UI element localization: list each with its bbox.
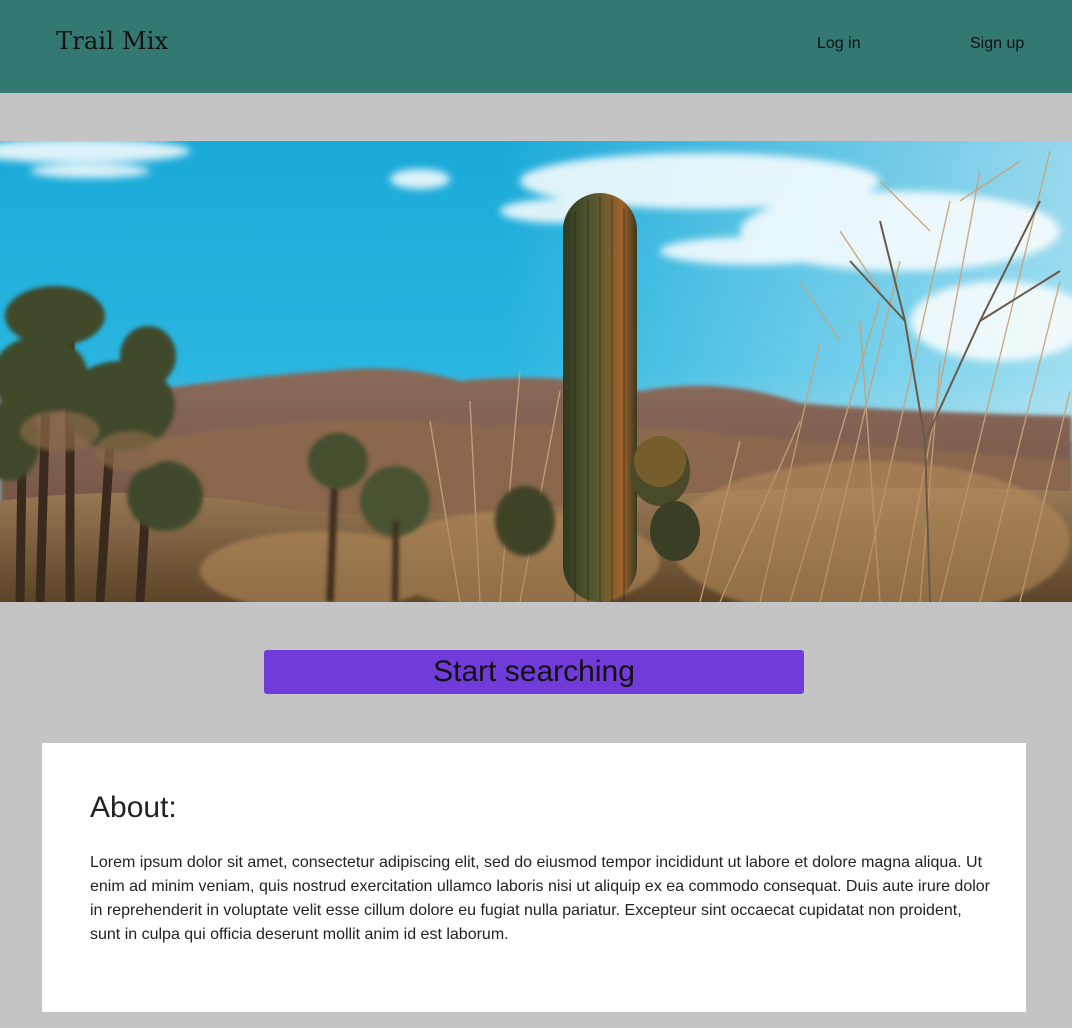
hero-image xyxy=(0,141,1072,602)
start-searching-button[interactable]: Start searching xyxy=(264,650,804,694)
about-text: Lorem ipsum dolor sit amet, consectetur … xyxy=(90,854,990,943)
signup-link[interactable]: Sign up xyxy=(970,35,1024,53)
login-link[interactable]: Log in xyxy=(817,35,861,53)
desert-landscape-illustration xyxy=(0,141,1072,602)
brand-logo[interactable]: Trail Mix xyxy=(56,27,168,55)
top-navbar: Trail Mix Log in Sign up xyxy=(0,0,1072,93)
about-heading: About: xyxy=(90,791,177,824)
about-section: About: Lorem ipsum dolor sit amet, conse… xyxy=(42,743,1026,1012)
